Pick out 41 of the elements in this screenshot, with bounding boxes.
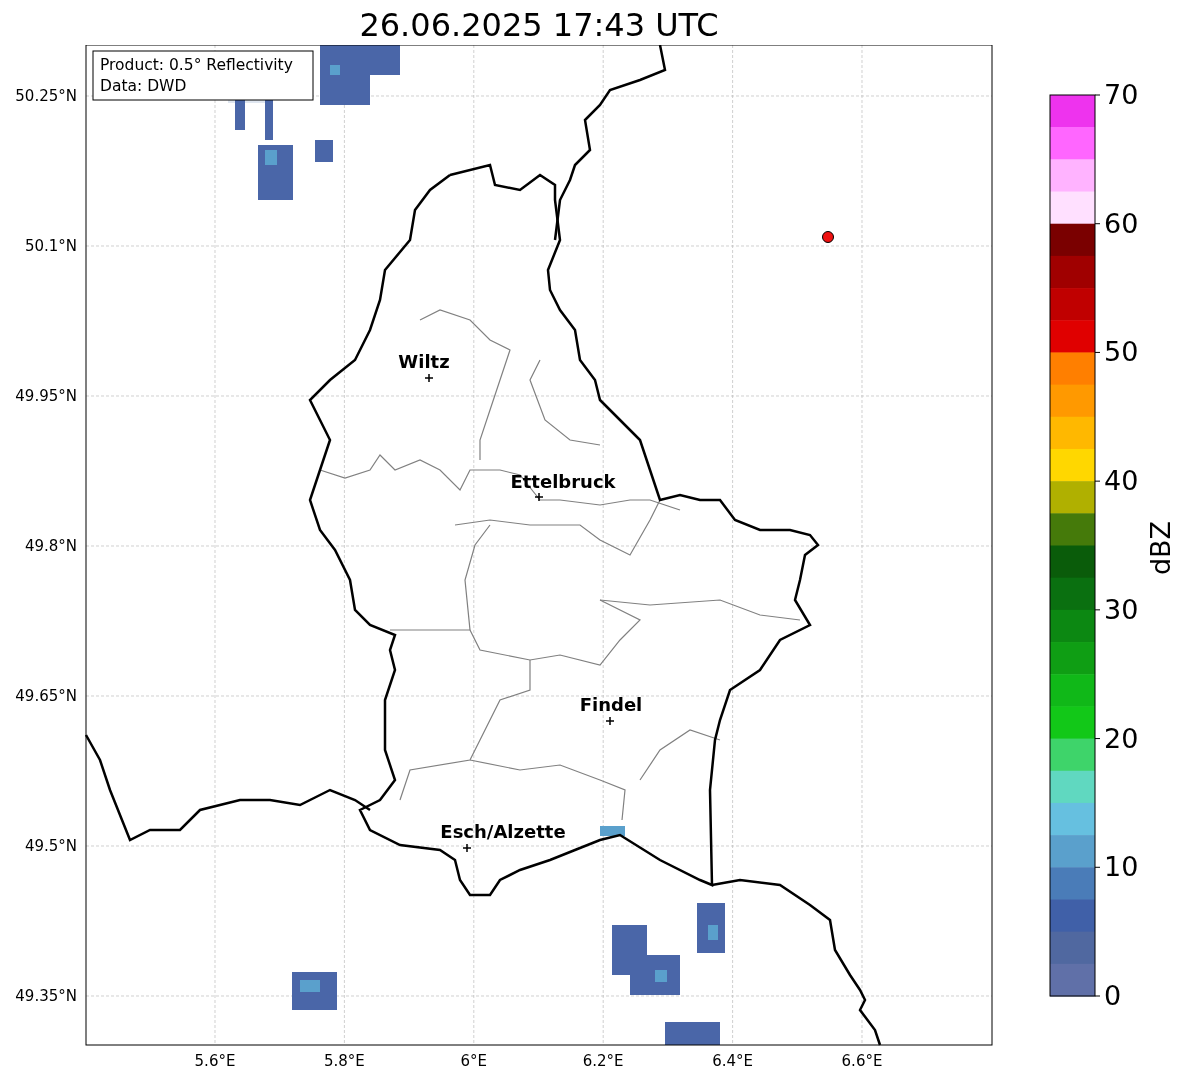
city-label: Findel <box>579 694 643 715</box>
city-marker-icon <box>424 373 434 383</box>
location-dot <box>822 231 834 243</box>
colorbar-tick-label: 60 <box>1104 207 1139 239</box>
longitude-label: 5.8°E <box>324 1052 365 1070</box>
longitude-label: 6°E <box>460 1052 488 1070</box>
latitude-label: 50.1°N <box>24 237 77 255</box>
longitude-label: 6.2°E <box>582 1052 624 1070</box>
city-marker-icon <box>605 716 615 726</box>
info-text: Product: 0.5° Reflectivity <box>100 56 293 74</box>
radar-echo <box>315 140 333 162</box>
radar-echo <box>258 145 293 200</box>
latitude-label: 49.35°N <box>15 987 77 1005</box>
colorbar-label: dBZ <box>1145 520 1176 576</box>
colorbar-tick-label: 30 <box>1104 593 1139 625</box>
latitude-label: 49.5°N <box>24 837 77 855</box>
latitude-label: 49.8°N <box>24 537 77 555</box>
city-label: Ettelbruck <box>510 471 616 492</box>
radar-echo <box>697 903 725 953</box>
latitude-label: 49.65°N <box>15 687 77 705</box>
longitude-label: 6.6°E <box>841 1052 883 1070</box>
city-label: Wiltz <box>398 351 450 372</box>
colorbar-tick-label: 70 <box>1104 79 1139 110</box>
chart-title: 26.06.2025 17:43 UTC <box>358 5 720 45</box>
radar-echo <box>665 1022 720 1045</box>
city-marker-icon <box>534 492 544 502</box>
radar-echo <box>600 826 625 836</box>
colorbar-tick-label: 20 <box>1104 722 1139 754</box>
radar-echo <box>292 972 337 1010</box>
colorbar-tick-label: 50 <box>1104 336 1139 368</box>
colorbar-tick-label: 0 <box>1104 980 1122 1011</box>
latitude-label: 50.25°N <box>15 87 77 105</box>
city-label: Esch/Alzette <box>440 821 566 842</box>
colorbar-tick-label: 40 <box>1104 465 1139 497</box>
longitude-label: 5.6°E <box>194 1052 236 1070</box>
longitude-label: 6.4°E <box>712 1052 753 1070</box>
latitude-label: 49.95°N <box>15 387 77 405</box>
city-marker-icon <box>462 843 472 853</box>
info-text: Data: DWD <box>100 77 187 95</box>
colorbar-tick-label: 10 <box>1104 851 1139 883</box>
radar-echo <box>612 925 680 995</box>
